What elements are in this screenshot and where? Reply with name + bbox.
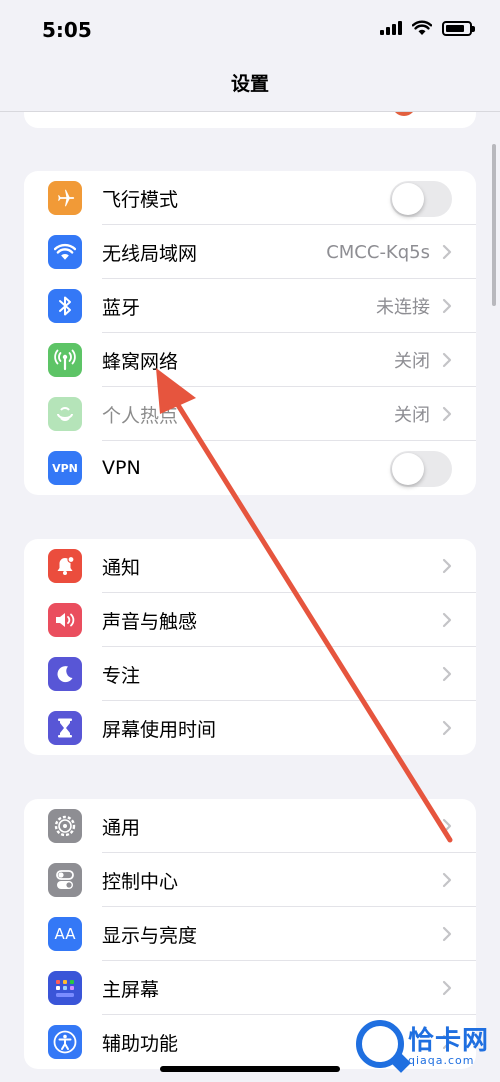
row-label: 屏幕使用时间 <box>102 718 217 741</box>
page-title: 设置 <box>230 73 269 95</box>
row-label: 主屏幕 <box>102 978 160 1001</box>
chevron-right-icon <box>442 872 452 888</box>
chevron-right-icon <box>442 406 452 422</box>
row-label: 蓝牙 <box>102 296 141 319</box>
notifications-group: 通知 声音与触感 专注 屏幕使用时间 <box>24 539 476 755</box>
text-size-icon: AA <box>48 917 82 951</box>
home-indicator[interactable] <box>160 1066 340 1072</box>
status-bar: 5:05 <box>0 0 500 60</box>
row-value: 未连接 <box>376 297 430 318</box>
chevron-right-icon <box>442 244 452 260</box>
airplane-mode-toggle[interactable] <box>390 181 452 217</box>
row-control-center[interactable]: 控制中心 <box>24 853 476 907</box>
row-label: VPN <box>102 457 141 479</box>
battery-icon <box>442 20 475 36</box>
nav-bar: 设置 <box>0 60 500 112</box>
row-vpn[interactable]: VPN VPN <box>24 441 476 495</box>
chevron-right-icon <box>442 558 452 574</box>
row-label: 控制中心 <box>102 870 179 893</box>
vpn-icon: VPN <box>48 451 82 485</box>
chevron-right-icon <box>442 298 452 314</box>
toggles-icon <box>48 863 82 897</box>
row-label: 显示与亮度 <box>102 924 198 947</box>
row-wifi[interactable]: 无线局域网 CMCC-Kq5s <box>24 225 476 279</box>
row-label: 辅助功能 <box>102 1032 179 1055</box>
wifi-icon <box>48 235 82 269</box>
row-airplane-mode[interactable]: 飞行模式 <box>24 171 476 225</box>
bluetooth-icon <box>48 289 82 323</box>
home-grid-icon <box>48 971 82 1005</box>
signal-icon <box>380 21 402 35</box>
row-sounds-haptics[interactable]: 声音与触感 <box>24 593 476 647</box>
chevron-right-icon <box>442 666 452 682</box>
vpn-toggle[interactable] <box>390 451 452 487</box>
row-focus[interactable]: 专注 <box>24 647 476 701</box>
row-cellular[interactable]: 蜂窝网络 关闭 <box>24 333 476 387</box>
watermark-logo-icon <box>356 1020 404 1068</box>
row-home-screen[interactable]: 主屏幕 <box>24 961 476 1015</box>
row-label: 通用 <box>102 816 141 839</box>
chevron-right-icon <box>442 612 452 628</box>
gear-icon <box>48 809 82 843</box>
row-personal-hotspot[interactable]: 个人热点 关闭 <box>24 387 476 441</box>
airplane-icon <box>48 181 82 215</box>
status-time: 5:05 <box>42 18 92 42</box>
connectivity-group: 飞行模式 无线局域网 CMCC-Kq5s 蓝牙 未连接 蜂窝网络 关闭 个人热点… <box>24 171 476 495</box>
chevron-right-icon <box>442 980 452 996</box>
chevron-right-icon <box>442 720 452 736</box>
row-screen-time[interactable]: 屏幕使用时间 <box>24 701 476 755</box>
watermark-url: qiaqa.com <box>408 1054 475 1067</box>
row-value: 关闭 <box>394 405 430 426</box>
hourglass-icon <box>48 711 82 745</box>
hotspot-icon <box>48 397 82 431</box>
chevron-right-icon <box>442 926 452 942</box>
row-notifications[interactable]: 通知 <box>24 539 476 593</box>
wifi-status-icon <box>412 20 432 35</box>
moon-icon <box>48 657 82 691</box>
row-label: 蜂窝网络 <box>102 350 179 373</box>
row-label: 专注 <box>102 664 141 687</box>
bell-icon <box>48 549 82 583</box>
row-label: 无线局域网 <box>102 242 198 265</box>
watermark-name: 恰卡网 <box>408 1026 490 1056</box>
row-general[interactable]: 通用 <box>24 799 476 853</box>
row-display-brightness[interactable]: AA 显示与亮度 <box>24 907 476 961</box>
chevron-right-icon <box>442 818 452 834</box>
row-label: 声音与触感 <box>102 610 198 633</box>
chevron-right-icon <box>442 352 452 368</box>
row-label: 个人热点 <box>102 404 179 427</box>
row-bluetooth[interactable]: 蓝牙 未连接 <box>24 279 476 333</box>
scrollbar[interactable] <box>492 144 496 306</box>
row-label: 通知 <box>102 556 141 579</box>
row-label: 飞行模式 <box>102 188 179 211</box>
status-icons <box>380 20 475 36</box>
accessibility-icon <box>48 1025 82 1059</box>
row-value: 关闭 <box>394 351 430 372</box>
speaker-icon <box>48 603 82 637</box>
row-value: CMCC-Kq5s <box>326 241 430 263</box>
cellular-icon <box>48 343 82 377</box>
watermark: 恰卡网 qiaqa.com <box>356 1012 496 1078</box>
